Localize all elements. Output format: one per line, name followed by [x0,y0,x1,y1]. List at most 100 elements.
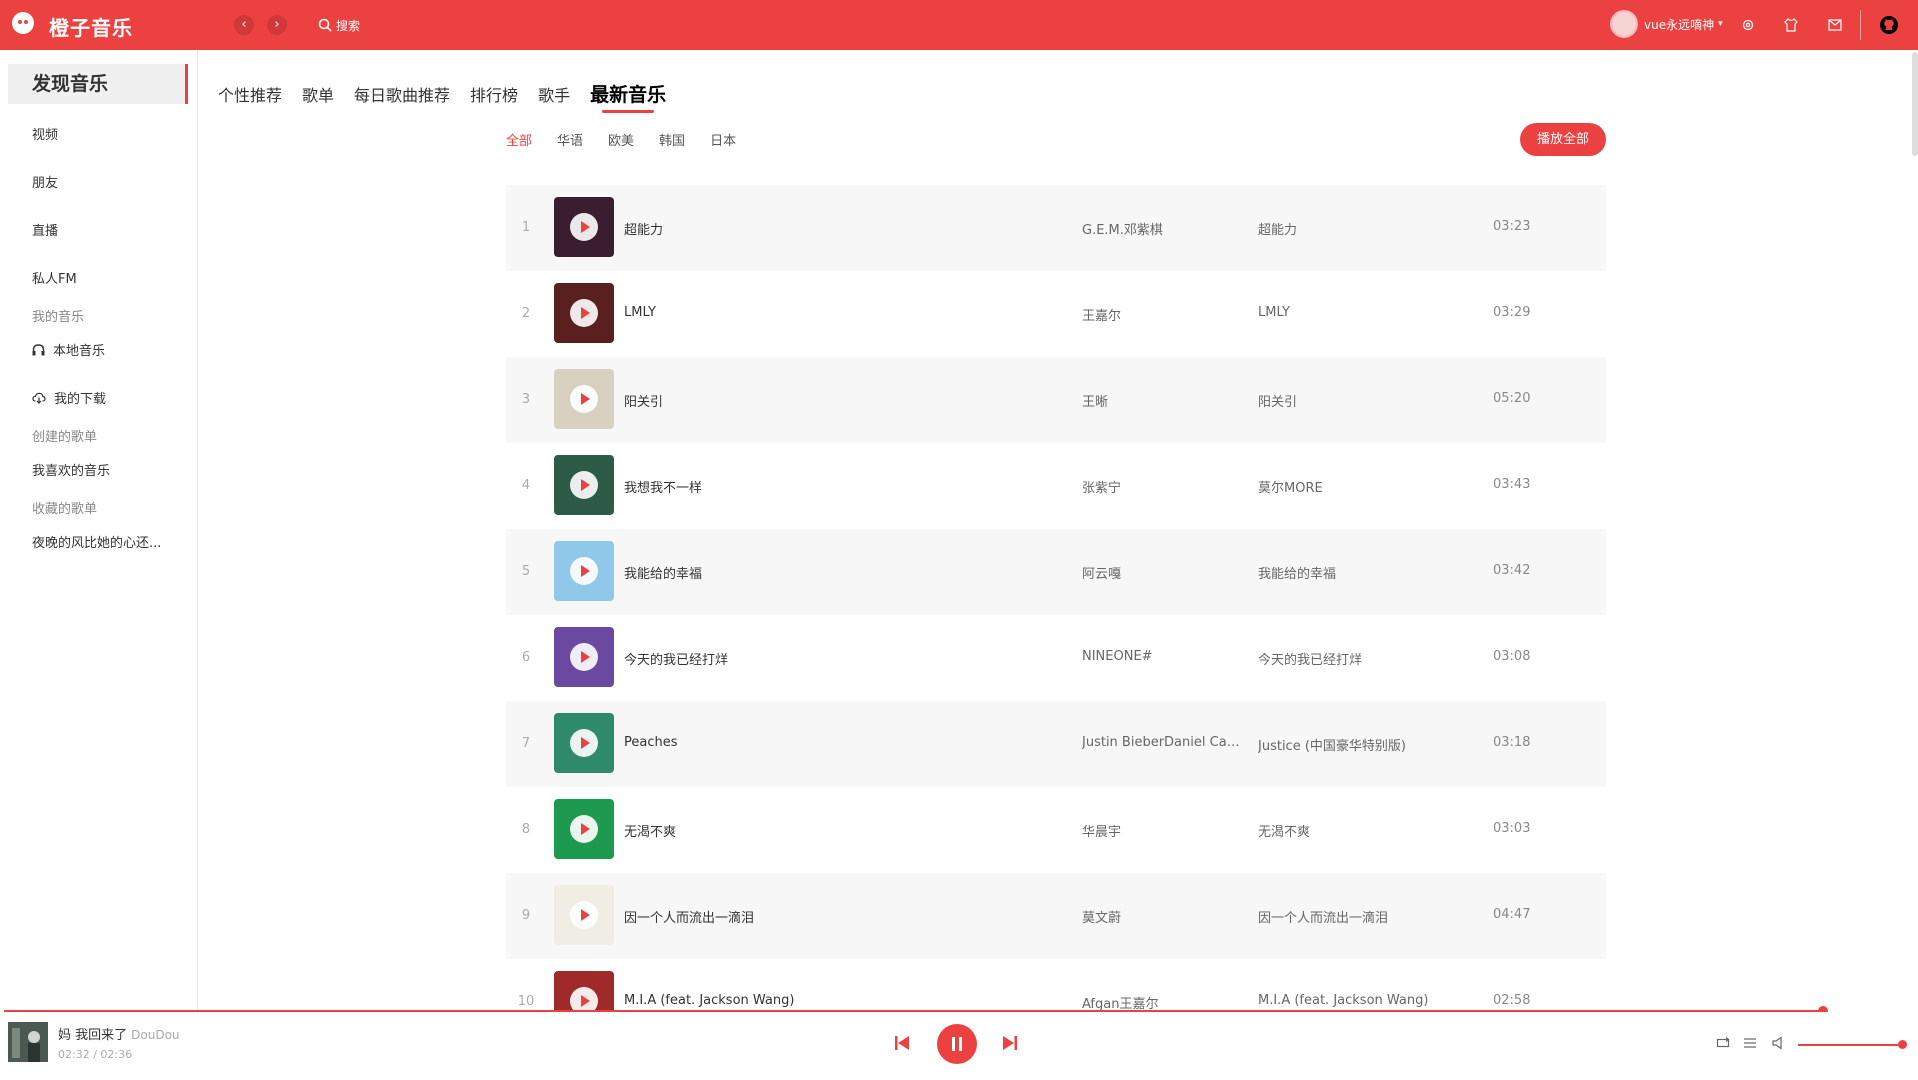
now-playing-cover[interactable] [8,1022,48,1062]
song-cover[interactable] [554,369,614,429]
filter-all[interactable]: 全部 [506,130,532,149]
forward-button[interactable]: › [267,15,287,35]
user-menu[interactable]: vue永远嘀神 ▾ [1610,10,1723,38]
song-album[interactable]: 阳关引 [1258,391,1478,410]
sidebar-item-video[interactable]: 视频 [32,124,58,143]
song-row[interactable]: 2 LMLY 王嘉尔 LMLY 03:29 [506,271,1606,357]
song-artist[interactable]: NINEONE# [1082,649,1242,664]
mail-icon[interactable] [1825,15,1845,35]
sidebar-item-local-music[interactable]: 本地音乐 [32,340,105,359]
volume-handle[interactable] [1898,1040,1907,1049]
play-icon[interactable] [570,815,598,843]
song-title[interactable]: 超能力 [624,219,663,238]
song-cover[interactable] [554,627,614,687]
filter-korean[interactable]: 韩国 [659,130,685,149]
play-all-button[interactable]: 播放全部 [1520,123,1606,156]
song-artist[interactable]: 王嘉尔 [1082,305,1242,324]
song-title[interactable]: Peaches [624,735,678,750]
filter-japanese[interactable]: 日本 [710,130,736,149]
volume-icon[interactable] [1772,1036,1788,1050]
sidebar-item-live[interactable]: 直播 [32,220,58,239]
song-title[interactable]: 阳关引 [624,391,663,410]
song-row[interactable]: 9 因一个人而流出一滴泪 莫文蔚 因一个人而流出一滴泪 04:47 [506,873,1606,959]
song-row[interactable]: 7 Peaches Justin BieberDaniel Caesar Justic… [506,701,1606,787]
volume-slider[interactable] [1798,1044,1902,1046]
song-cover[interactable] [554,713,614,773]
song-album[interactable]: 莫尔MORE [1258,477,1478,496]
song-artist[interactable]: 阿云嘎 [1082,563,1242,582]
username[interactable]: vue永远嘀神 [1644,16,1714,33]
back-button[interactable]: ‹ [234,15,254,35]
play-icon[interactable] [570,901,598,929]
tab-daily[interactable]: 每日歌曲推荐 [354,82,450,106]
play-icon[interactable] [570,299,598,327]
song-album[interactable]: 超能力 [1258,219,1478,238]
tab-charts[interactable]: 排行榜 [470,82,518,106]
sidebar-item-discover[interactable]: 发现音乐 [8,64,188,104]
song-row[interactable]: 8 无渴不爽 华晨宇 无渴不爽 03:03 [506,787,1606,873]
tab-playlists[interactable]: 歌单 [302,82,334,106]
song-cover[interactable] [554,885,614,945]
play-icon[interactable] [570,987,598,1011]
tab-new-music[interactable]: 最新音乐 [590,80,666,113]
song-artist[interactable]: Afgan王嘉尔 [1082,993,1242,1011]
song-title[interactable]: 无渴不爽 [624,821,676,840]
scrollbar[interactable] [1912,52,1918,156]
song-row[interactable]: 3 阳关引 王晰 阳关引 05:20 [506,357,1606,443]
play-icon[interactable] [570,643,598,671]
song-artist[interactable]: G.E.M.邓紫棋 [1082,219,1242,238]
next-icon[interactable] [1001,1034,1019,1052]
song-album[interactable]: Justice (中国豪华特别版) [1258,735,1478,754]
play-icon[interactable] [570,213,598,241]
song-album[interactable]: 无渴不爽 [1258,821,1478,840]
song-title[interactable]: 今天的我已经打烊 [624,649,728,668]
song-artist[interactable]: 莫文蔚 [1082,907,1242,926]
song-cover[interactable] [554,971,614,1011]
github-icon[interactable] [1878,14,1900,36]
playlist-icon[interactable] [1743,1036,1757,1050]
song-album[interactable]: 我能给的幸福 [1258,563,1478,582]
song-title[interactable]: LMLY [624,305,656,320]
previous-icon[interactable] [893,1034,911,1052]
chevron-down-icon[interactable]: ▾ [1718,19,1723,29]
sidebar-item-liked-music[interactable]: 我喜欢的音乐 [32,460,110,479]
song-row[interactable]: 5 我能给的幸福 阿云嘎 我能给的幸福 03:42 [506,529,1606,615]
song-cover[interactable] [554,455,614,515]
song-row[interactable]: 4 我想我不一样 张紫宁 莫尔MORE 03:43 [506,443,1606,529]
song-cover[interactable] [554,283,614,343]
song-artist[interactable]: 张紫宁 [1082,477,1242,496]
song-artist[interactable]: 王晰 [1082,391,1242,410]
pause-button[interactable] [937,1024,977,1064]
song-album[interactable]: 因一个人而流出一滴泪 [1258,907,1478,926]
song-cover[interactable] [554,799,614,859]
loop-icon[interactable] [1716,1036,1730,1050]
song-album[interactable]: LMLY [1258,305,1478,320]
avatar[interactable] [1610,10,1638,38]
skin-icon[interactable] [1781,15,1801,35]
now-playing-artist[interactable]: DouDou [131,1028,179,1042]
sidebar-item-friends[interactable]: 朋友 [32,172,58,191]
play-icon[interactable] [570,471,598,499]
play-icon[interactable] [570,385,598,413]
song-title[interactable]: M.I.A (feat. Jackson Wang) [624,993,794,1008]
now-playing-song[interactable]: 妈 我回来了 [58,1028,127,1043]
song-album[interactable]: M.I.A (feat. Jackson Wang) [1258,993,1478,1008]
song-title[interactable]: 因一个人而流出一滴泪 [624,907,754,926]
song-cover[interactable] [554,197,614,257]
song-title[interactable]: 我想我不一样 [624,477,702,496]
gear-icon[interactable] [1738,15,1758,35]
song-artist[interactable]: Justin BieberDaniel Caesar [1082,735,1242,750]
search-box[interactable]: 搜索 [318,14,360,36]
song-row[interactable]: 6 今天的我已经打烊 NINEONE# 今天的我已经打烊 03:08 [506,615,1606,701]
play-icon[interactable] [570,729,598,757]
song-artist[interactable]: 华晨宇 [1082,821,1242,840]
sidebar-item-downloads[interactable]: 我的下载 [32,388,106,407]
play-icon[interactable] [570,557,598,585]
song-album[interactable]: 今天的我已经打烊 [1258,649,1478,668]
tab-artists[interactable]: 歌手 [538,82,570,106]
song-row[interactable]: 10 M.I.A (feat. Jackson Wang) Afgan王嘉尔 M.I.… [506,959,1606,1011]
song-title[interactable]: 我能给的幸福 [624,563,702,582]
sidebar-item-collected-playlist[interactable]: 夜晚的风比她的心还... [32,532,161,551]
sidebar-item-fm[interactable]: 私人FM [32,268,77,287]
song-row[interactable]: 1 超能力 G.E.M.邓紫棋 超能力 03:23 [506,185,1606,271]
